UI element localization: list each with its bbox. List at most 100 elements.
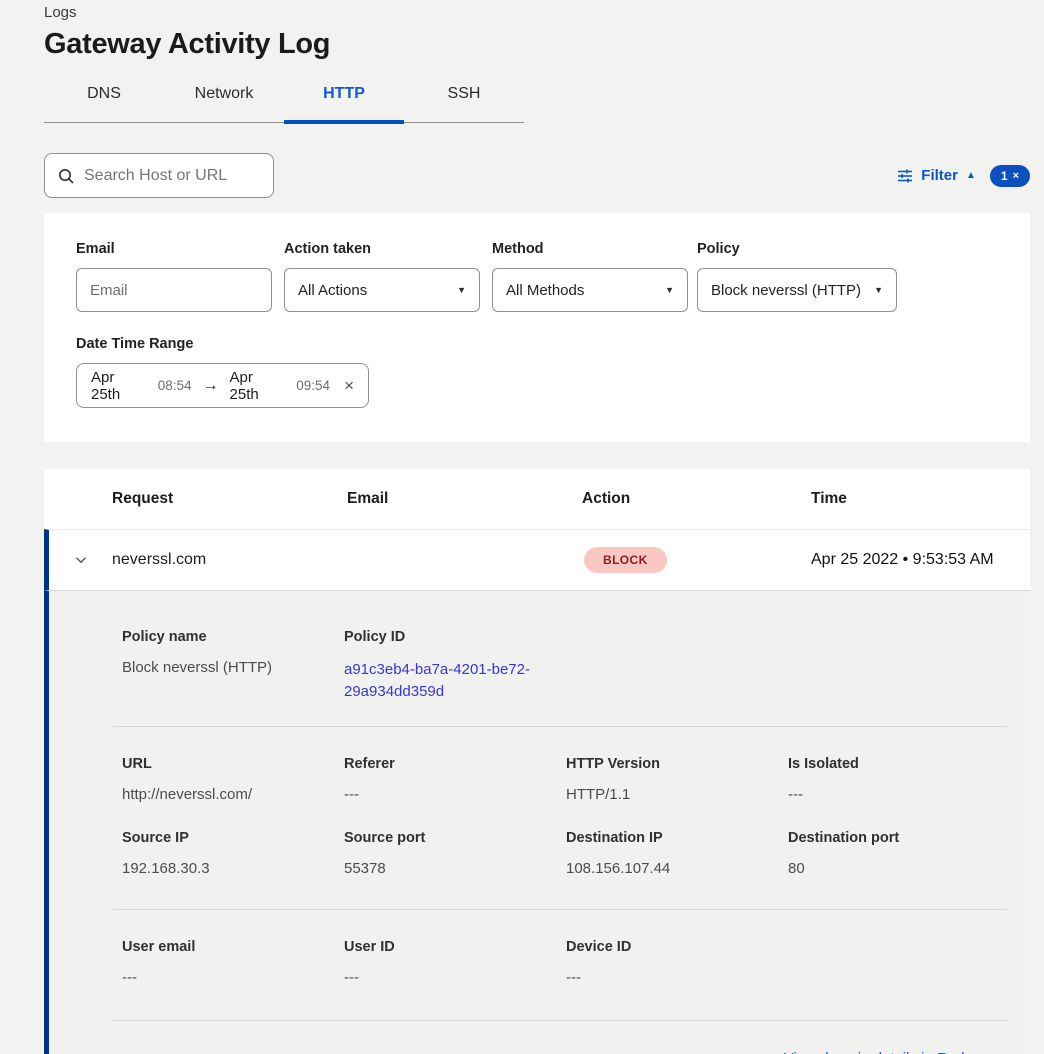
tab-dns[interactable]: DNS <box>44 85 164 122</box>
method-field: Method All Methods ▼ <box>492 241 688 312</box>
column-header-email: Email <box>347 490 582 508</box>
action-taken-select[interactable]: All Actions ▼ <box>284 268 480 312</box>
tab-bar: DNS Network HTTP SSH <box>44 85 524 123</box>
filter-label[interactable]: Filter <box>921 167 958 184</box>
caret-down-icon: ▼ <box>665 285 674 295</box>
column-header-request: Request <box>112 490 347 508</box>
caret-down-icon: ▼ <box>874 285 883 295</box>
url-cell: URL http://neverssl.com/ <box>122 756 344 803</box>
active-tab-indicator <box>284 120 404 124</box>
row-time: Apr 25 2022 • 9:53:53 AM <box>811 551 1030 569</box>
action-taken-label: Action taken <box>284 241 480 257</box>
url-value: http://neverssl.com/ <box>122 786 326 803</box>
policy-field: Policy Block neverssl (HTTP) ▼ <box>697 241 897 312</box>
page-title: Gateway Activity Log <box>44 28 1030 61</box>
is-isolated-label: Is Isolated <box>788 756 989 772</box>
column-header-action: Action <box>582 490 811 508</box>
end-time: 09:54 <box>296 378 330 393</box>
row-action: BLOCK <box>582 547 811 573</box>
start-date: Apr 25th <box>91 369 147 403</box>
filter-panel: Email Action taken All Actions ▼ Method … <box>44 213 1030 442</box>
arrow-right-icon: → <box>203 377 219 395</box>
method-select[interactable]: All Methods ▼ <box>492 268 688 312</box>
http-version-cell: HTTP Version HTTP/1.1 <box>566 756 788 803</box>
breadcrumb: Logs <box>44 4 1030 21</box>
email-filter-label: Email <box>76 241 272 257</box>
destination-port-value: 80 <box>788 860 989 877</box>
section-divider <box>113 726 1007 727</box>
radar-link-row: View domain details in Radar → <box>113 1050 1007 1054</box>
block-action-badge: BLOCK <box>584 547 667 573</box>
filter-toggle[interactable]: Filter ▲ 1 × <box>897 165 1030 187</box>
email-filter-field: Email <box>76 241 272 312</box>
row-request-host: neverssl.com <box>112 551 347 569</box>
gateway-activity-page: Logs Gateway Activity Log DNS Network HT… <box>0 0 1044 1054</box>
source-port-label: Source port <box>344 830 548 846</box>
filter-count: 1 <box>1001 169 1008 183</box>
chevron-down-icon[interactable] <box>49 552 112 568</box>
url-label: URL <box>122 756 326 772</box>
source-ip-label: Source IP <box>122 830 326 846</box>
user-id-cell: User ID --- <box>344 939 566 986</box>
referer-label: Referer <box>344 756 548 772</box>
filter-sliders-icon <box>897 168 913 184</box>
referer-value: --- <box>344 786 548 803</box>
column-header-time: Time <box>811 490 1030 508</box>
source-port-value: 55378 <box>344 860 548 877</box>
toolbar: Filter ▲ 1 × <box>44 153 1030 198</box>
http-request-section-row1: URL http://neverssl.com/ Referer --- HTT… <box>113 756 1007 803</box>
active-filter-badge[interactable]: 1 × <box>990 165 1030 187</box>
action-taken-field: Action taken All Actions ▼ <box>284 241 480 312</box>
clear-filters-icon[interactable]: × <box>1013 170 1019 182</box>
date-range-label: Date Time Range <box>76 336 998 352</box>
user-section: User email --- User ID --- Device ID --- <box>113 939 1007 986</box>
policy-section: Policy name Block neverssl (HTTP) Policy… <box>113 629 1007 726</box>
tab-ssh[interactable]: SSH <box>404 85 524 122</box>
user-email-value: --- <box>122 969 326 986</box>
user-email-label: User email <box>122 939 326 955</box>
referer-cell: Referer --- <box>344 756 566 803</box>
http-version-label: HTTP Version <box>566 756 770 772</box>
email-filter-input[interactable] <box>90 282 258 299</box>
policy-name-value: Block neverssl (HTTP) <box>122 659 326 676</box>
policy-name-cell: Policy name Block neverssl (HTTP) <box>122 629 344 703</box>
device-id-value: --- <box>566 969 989 986</box>
table-header-row: Request Email Action Time <box>44 469 1030 529</box>
policy-id-link[interactable]: a91c3eb4-ba7a-4201-be72-29a934dd359d <box>344 659 544 703</box>
policy-id-cell: Policy ID a91c3eb4-ba7a-4201-be72-29a934… <box>344 629 1007 703</box>
start-time: 08:54 <box>158 378 192 393</box>
is-isolated-cell: Is Isolated --- <box>788 756 1007 803</box>
user-id-label: User ID <box>344 939 548 955</box>
section-divider <box>113 1020 1007 1021</box>
tab-network[interactable]: Network <box>164 85 284 122</box>
destination-ip-cell: Destination IP 108.156.107.44 <box>566 830 788 877</box>
source-ip-value: 192.168.30.3 <box>122 860 326 877</box>
policy-select[interactable]: Block neverssl (HTTP) ▼ <box>697 268 897 312</box>
log-row-neverssl[interactable]: neverssl.com BLOCK Apr 25 2022 • 9:53:53… <box>44 529 1030 590</box>
destination-ip-label: Destination IP <box>566 830 770 846</box>
search-box[interactable] <box>44 153 274 198</box>
method-value: All Methods <box>506 282 584 299</box>
view-domain-in-radar-link[interactable]: View domain details in Radar → <box>784 1050 997 1054</box>
device-id-cell: Device ID --- <box>566 939 1007 986</box>
log-table: Request Email Action Time neverssl.com B… <box>44 469 1030 1054</box>
policy-name-label: Policy name <box>122 629 326 645</box>
device-id-label: Device ID <box>566 939 989 955</box>
caret-down-icon: ▼ <box>457 285 466 295</box>
method-label: Method <box>492 241 688 257</box>
collapse-triangle-icon[interactable]: ▲ <box>966 171 976 181</box>
source-port-cell: Source port 55378 <box>344 830 566 877</box>
action-taken-value: All Actions <box>298 282 367 299</box>
tab-http[interactable]: HTTP <box>284 85 404 122</box>
date-range-picker[interactable]: Apr 25th 08:54 → Apr 25th 09:54 × <box>76 363 369 408</box>
destination-port-cell: Destination port 80 <box>788 830 1007 877</box>
user-id-value: --- <box>344 969 548 986</box>
search-input[interactable] <box>84 167 261 185</box>
http-version-value: HTTP/1.1 <box>566 786 770 803</box>
user-email-cell: User email --- <box>122 939 344 986</box>
is-isolated-value: --- <box>788 786 989 803</box>
policy-label: Policy <box>697 241 897 257</box>
expanded-log-details: Policy name Block neverssl (HTTP) Policy… <box>44 590 1030 1054</box>
section-divider <box>113 909 1007 910</box>
clear-date-range-icon[interactable]: × <box>344 376 354 396</box>
